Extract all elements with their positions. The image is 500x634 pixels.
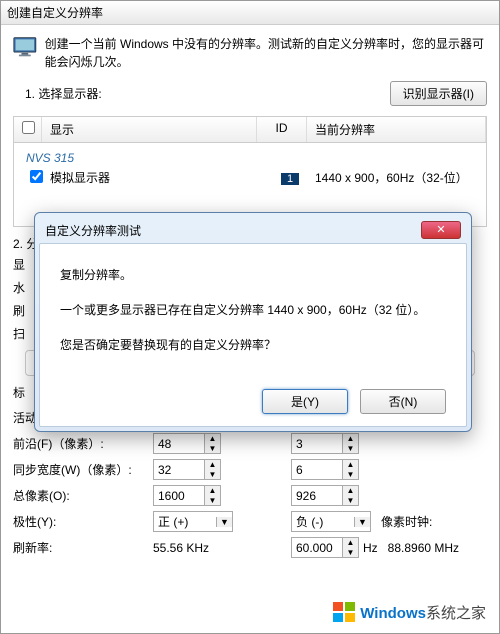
watermark-text: Windows系统之家 bbox=[360, 602, 486, 623]
total-pixels-label: 总像素(O): bbox=[13, 487, 153, 504]
polarity-v-value: 负 (-) bbox=[292, 513, 354, 530]
intro-section: 创建一个当前 Windows 中没有的分辨率。测试新的自定义分辨率时，您的显示器… bbox=[1, 25, 499, 81]
sync-width-h-input[interactable] bbox=[292, 460, 342, 479]
front-porch-h-spinner[interactable]: ▲▼ bbox=[291, 433, 359, 454]
refresh-spinner[interactable]: ▲▼ bbox=[291, 537, 359, 558]
up-icon[interactable]: ▲ bbox=[205, 486, 220, 496]
refresh-khz: 55.56 KHz bbox=[153, 541, 233, 555]
polarity-h-combo[interactable]: 正 (+)▼ bbox=[153, 511, 233, 532]
refresh-unit: Hz bbox=[363, 541, 378, 555]
polarity-h-value: 正 (+) bbox=[154, 513, 216, 530]
display-id-badge: 1 bbox=[281, 173, 299, 185]
total-pixels-h-spinner[interactable]: ▲▼ bbox=[291, 485, 359, 506]
yes-button[interactable]: 是(Y) bbox=[262, 389, 348, 414]
select-all-checkbox[interactable] bbox=[22, 121, 35, 134]
polarity-label: 极性(Y): bbox=[13, 513, 153, 530]
total-pixels-h-input[interactable] bbox=[292, 486, 342, 505]
front-porch-h-input[interactable] bbox=[292, 434, 342, 453]
front-porch-w-input[interactable] bbox=[154, 434, 204, 453]
no-button[interactable]: 否(N) bbox=[360, 389, 446, 414]
polarity-v-combo[interactable]: 负 (-)▼ bbox=[291, 511, 371, 532]
front-porch-w-spinner[interactable]: ▲▼ bbox=[153, 433, 221, 454]
down-icon[interactable]: ▼ bbox=[343, 470, 358, 480]
dialog-line3: 您是否确定要替换现有的自定义分辨率？ bbox=[60, 336, 446, 353]
section1-label: 1. 选择显示器: bbox=[25, 85, 102, 102]
display-name: 模拟显示器 bbox=[50, 169, 265, 186]
col-resolution: 当前分辨率 bbox=[307, 117, 486, 142]
up-icon[interactable]: ▲ bbox=[343, 434, 358, 444]
pixel-clock-value: 88.8960 MHz bbox=[388, 541, 459, 555]
sync-width-h-spinner[interactable]: ▲▼ bbox=[291, 459, 359, 480]
list-item[interactable]: 模拟显示器 1 1440 x 900，60Hz（32-位） bbox=[22, 169, 486, 186]
refresh-input[interactable] bbox=[292, 538, 342, 557]
sync-width-label: 同步宽度(W)（像素）: bbox=[13, 461, 153, 478]
total-pixels-w-input[interactable] bbox=[154, 486, 204, 505]
display-checkbox[interactable] bbox=[30, 170, 43, 183]
display-resolution: 1440 x 900，60Hz（32-位） bbox=[315, 169, 486, 186]
chevron-down-icon[interactable]: ▼ bbox=[216, 517, 232, 527]
pixel-clock-label: 像素时钟: bbox=[381, 513, 432, 530]
up-icon[interactable]: ▲ bbox=[205, 460, 220, 470]
front-porch-label: 前沿(F)（像素）: bbox=[13, 435, 153, 452]
up-icon[interactable]: ▲ bbox=[343, 460, 358, 470]
col-id: ID bbox=[257, 117, 307, 142]
down-icon[interactable]: ▼ bbox=[343, 548, 358, 558]
up-icon[interactable]: ▲ bbox=[343, 538, 358, 548]
total-pixels-w-spinner[interactable]: ▲▼ bbox=[153, 485, 221, 506]
intro-text: 创建一个当前 Windows 中没有的分辨率。测试新的自定义分辨率时，您的显示器… bbox=[45, 35, 487, 71]
watermark: Windows系统之家 bbox=[332, 600, 486, 624]
col-display: 显示 bbox=[42, 117, 257, 142]
window-title: 创建自定义分辨率 bbox=[7, 6, 103, 20]
down-icon[interactable]: ▼ bbox=[205, 470, 220, 480]
chevron-down-icon[interactable]: ▼ bbox=[354, 517, 370, 527]
sync-width-w-input[interactable] bbox=[154, 460, 204, 479]
window-titlebar: 创建自定义分辨率 bbox=[1, 1, 499, 25]
windows-logo-icon bbox=[332, 600, 356, 624]
dialog-title: 自定义分辨率测试 bbox=[45, 222, 141, 239]
list-header: 显示 ID 当前分辨率 bbox=[14, 117, 486, 143]
identify-display-button[interactable]: 识别显示器(I) bbox=[390, 81, 487, 106]
confirm-dialog: 自定义分辨率测试 ✕ 复制分辨率。 一个或更多显示器已存在自定义分辨率 1440… bbox=[34, 212, 472, 432]
refresh-label: 刷新率: bbox=[13, 539, 153, 556]
down-icon[interactable]: ▼ bbox=[343, 496, 358, 506]
monitor-icon bbox=[13, 35, 37, 59]
dialog-line2: 一个或更多显示器已存在自定义分辨率 1440 x 900，60Hz（32 位）。 bbox=[60, 301, 446, 318]
display-list: 显示 ID 当前分辨率 NVS 315 模拟显示器 1 1440 x 900，6… bbox=[13, 116, 487, 227]
gpu-group-label: NVS 315 bbox=[22, 147, 486, 169]
up-icon[interactable]: ▲ bbox=[205, 434, 220, 444]
sync-width-w-spinner[interactable]: ▲▼ bbox=[153, 459, 221, 480]
dialog-line1: 复制分辨率。 bbox=[60, 266, 446, 283]
up-icon[interactable]: ▲ bbox=[343, 486, 358, 496]
down-icon[interactable]: ▼ bbox=[205, 496, 220, 506]
down-icon[interactable]: ▼ bbox=[343, 444, 358, 454]
down-icon[interactable]: ▼ bbox=[205, 444, 220, 454]
close-button[interactable]: ✕ bbox=[421, 221, 461, 239]
